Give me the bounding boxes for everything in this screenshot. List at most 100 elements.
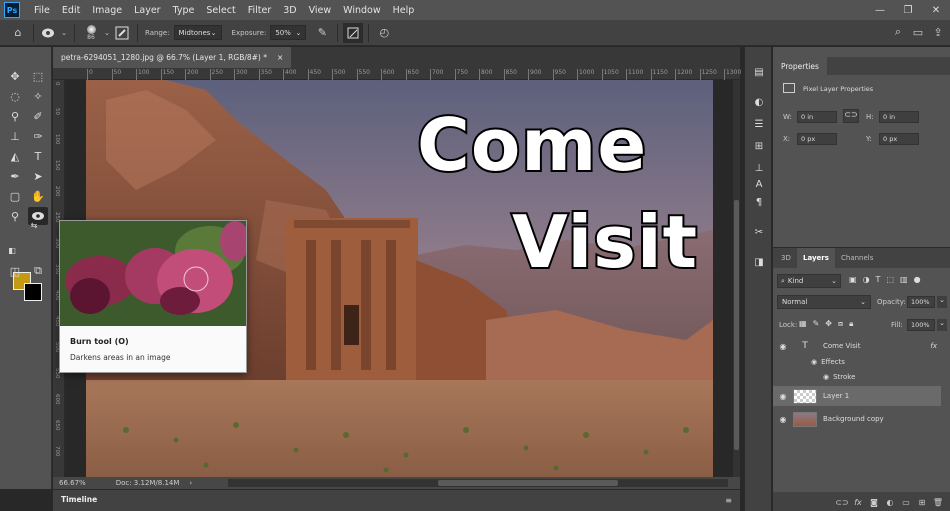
stamp-tool-icon[interactable]: ⊥ xyxy=(5,127,25,145)
lasso-tool-icon[interactable]: ◌ xyxy=(5,87,25,105)
menu-file[interactable]: File xyxy=(28,5,56,16)
tab-3d[interactable]: 3D xyxy=(775,248,797,268)
pressure-size-icon[interactable]: ◴ xyxy=(374,23,394,43)
new-adjustment-icon[interactable]: ◐ xyxy=(884,496,896,508)
chevron-down-icon[interactable]: ⌄ xyxy=(937,319,947,331)
background-color-swatch[interactable] xyxy=(24,283,42,301)
canvas-text-visit[interactable]: Visit xyxy=(510,198,699,286)
link-icon[interactable]: ⊂⊃ xyxy=(843,109,859,123)
width-input[interactable]: 0 in xyxy=(797,111,837,123)
zoom-level[interactable]: 66.67% xyxy=(59,479,86,487)
menu-3d[interactable]: 3D xyxy=(277,5,302,16)
character-panel-icon[interactable]: A xyxy=(750,175,768,193)
swatches-panel-icon[interactable]: ◨ xyxy=(750,253,768,271)
menu-layer[interactable]: Layer xyxy=(128,5,167,16)
y-input[interactable]: 0 px xyxy=(879,133,919,145)
panel-menu-icon[interactable]: ≡ xyxy=(725,496,732,505)
x-input[interactable]: 0 px xyxy=(797,133,837,145)
brush-settings-icon[interactable] xyxy=(112,23,132,43)
lock-position-icon[interactable]: ✥ xyxy=(825,319,832,329)
menu-help[interactable]: Help xyxy=(387,5,421,16)
airbrush-icon[interactable]: ✎ xyxy=(312,23,332,43)
brush-tool-icon[interactable]: ✐ xyxy=(28,107,48,125)
menu-type[interactable]: Type xyxy=(167,5,201,16)
menu-select[interactable]: Select xyxy=(200,5,241,16)
home-icon[interactable]: ⌂ xyxy=(8,23,28,43)
menu-filter[interactable]: Filter xyxy=(242,5,278,16)
menu-edit[interactable]: Edit xyxy=(56,5,86,16)
exposure-input[interactable]: 50% ⌄ xyxy=(270,25,307,40)
lock-transparent-icon[interactable]: ▦ xyxy=(799,319,807,329)
magic-wand-tool-icon[interactable]: ✧ xyxy=(28,87,48,105)
layer-row-background-copy[interactable]: ◉ Background copy xyxy=(773,409,941,429)
layer-effects-row[interactable]: ◉ Effects xyxy=(773,354,941,370)
document-tab[interactable]: petra-6294051_1280.jpg @ 66.7% (Layer 1,… xyxy=(53,47,292,68)
link-layers-icon[interactable]: ⊂⊃ xyxy=(835,496,848,508)
doc-info[interactable]: Doc: 3.12M/8.14M xyxy=(116,479,180,487)
canvas-text-come[interactable]: Come xyxy=(415,101,648,189)
chevron-down-icon[interactable]: ⌄ xyxy=(937,296,947,308)
add-mask-icon[interactable]: ◙ xyxy=(868,496,880,508)
lock-pixels-icon[interactable]: ✎ xyxy=(813,319,820,329)
height-input[interactable]: 0 in xyxy=(879,111,919,123)
path-selection-tool-icon[interactable]: ➤ xyxy=(28,167,48,185)
visibility-eye-icon[interactable]: ◉ xyxy=(773,342,793,351)
tab-layers[interactable]: Layers xyxy=(797,248,835,268)
zoom-tool-icon[interactable]: ⚲ xyxy=(5,207,25,225)
protect-tones-icon[interactable] xyxy=(343,22,364,43)
quick-mask-icon[interactable]: ◫ xyxy=(5,262,25,280)
tab-properties[interactable]: Properties xyxy=(773,57,827,75)
fx-icon[interactable]: fx xyxy=(930,342,937,350)
pen-tool-icon[interactable]: ✒ xyxy=(5,167,25,185)
blend-mode-select[interactable]: Normal ⌄ xyxy=(777,295,871,309)
horizontal-scrollbar[interactable] xyxy=(228,479,728,487)
filter-type-icon[interactable]: T xyxy=(876,275,881,284)
eyedropper-tool-icon[interactable]: ⚲ xyxy=(5,107,25,125)
fill-input[interactable]: 100% xyxy=(907,319,935,331)
rectangle-tool-icon[interactable]: ▢ xyxy=(5,187,25,205)
opacity-input[interactable]: 100% xyxy=(907,296,935,308)
workspace-icon[interactable]: ▭ xyxy=(910,24,926,40)
layer-stroke-row[interactable]: ◉ Stroke xyxy=(773,369,941,385)
paragraph-panel-icon[interactable]: ¶ xyxy=(750,193,768,211)
tab-channels[interactable]: Channels xyxy=(835,248,879,268)
type-tool-icon[interactable]: T xyxy=(28,147,48,165)
swap-colors-icon[interactable]: ⇆ xyxy=(28,220,40,230)
add-style-icon[interactable]: fx xyxy=(852,496,864,508)
layer-row-layer-1[interactable]: ◉ Layer 1 xyxy=(773,386,941,406)
menu-view[interactable]: View xyxy=(303,5,338,16)
hand-tool-icon[interactable]: ✋ xyxy=(28,187,48,205)
default-colors-icon[interactable]: ◧ xyxy=(6,245,18,255)
lock-all-icon[interactable]: 🔒︎ xyxy=(849,319,853,329)
visibility-eye-icon[interactable]: ◉ xyxy=(773,392,793,401)
history-brush-tool-icon[interactable]: ✑ xyxy=(28,127,48,145)
new-layer-icon[interactable]: ⊞ xyxy=(916,496,928,508)
close-icon[interactable]: ✕ xyxy=(922,0,950,20)
status-arrow-icon[interactable]: › xyxy=(189,479,192,487)
layer-row-come-visit[interactable]: ◉ T Come Visit fx xyxy=(773,336,941,356)
sliders-panel-icon[interactable]: ☰ xyxy=(750,115,768,133)
range-select[interactable]: Midtones ⌄ xyxy=(173,25,222,40)
screen-mode-icon[interactable]: ⧉ xyxy=(28,262,48,280)
scroll-thumb[interactable] xyxy=(734,200,739,450)
burn-tool-preset-icon[interactable] xyxy=(39,23,59,43)
visibility-eye-icon[interactable]: ◉ xyxy=(773,415,793,424)
restore-icon[interactable]: ❐ xyxy=(894,0,922,20)
delete-layer-icon[interactable]: 🗑︎ xyxy=(932,496,944,508)
marquee-tool-icon[interactable]: ⬚ xyxy=(28,67,48,85)
chevron-down-icon[interactable]: ⌄ xyxy=(102,23,112,43)
tool-presets-icon[interactable]: ✂ xyxy=(750,223,768,241)
filter-pixel-icon[interactable]: ▣ xyxy=(849,275,857,284)
history-panel-icon[interactable]: ▤ xyxy=(750,63,768,81)
filter-adjustment-icon[interactable]: ◑ xyxy=(863,275,870,284)
minimize-icon[interactable]: — xyxy=(866,0,894,20)
menu-window[interactable]: Window xyxy=(337,5,386,16)
filter-shape-icon[interactable]: ⬚ xyxy=(886,275,894,284)
adjustments-panel-icon[interactable]: ◐ xyxy=(750,93,768,111)
filter-smart-object-icon[interactable]: ▥ xyxy=(900,275,908,284)
scroll-thumb[interactable] xyxy=(438,480,618,486)
visibility-eye-icon[interactable]: ◉ xyxy=(823,373,829,381)
close-tab-icon[interactable]: × xyxy=(277,53,283,62)
chevron-down-icon[interactable]: ⌄ xyxy=(59,23,69,43)
brush-preset-picker[interactable]: 86 xyxy=(80,22,102,44)
